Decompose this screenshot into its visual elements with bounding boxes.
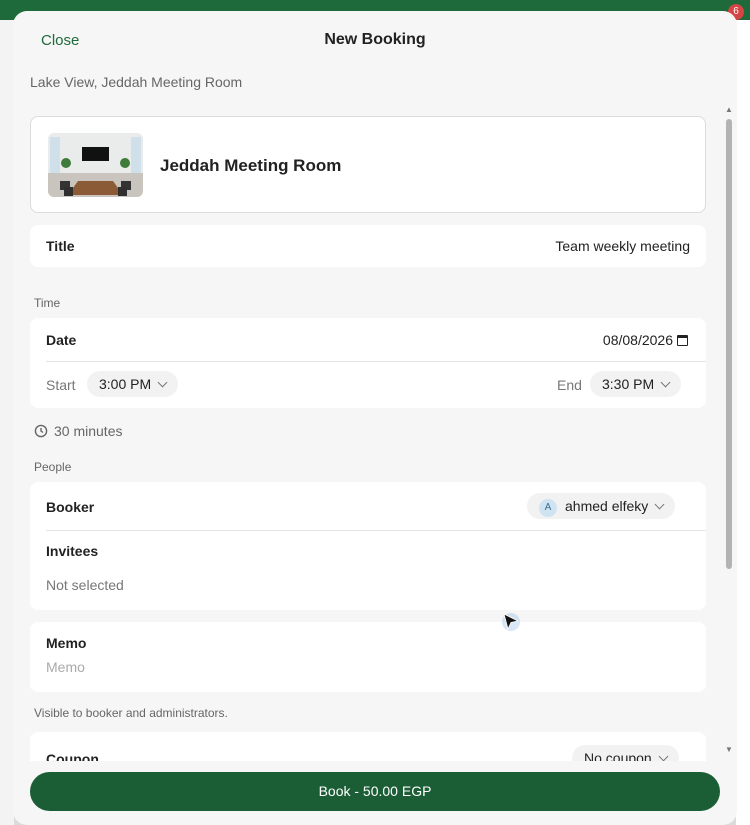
background-page-right xyxy=(736,20,750,825)
title-row: Title Team weekly meeting xyxy=(30,225,706,267)
end-time-select[interactable]: 3:30 PM xyxy=(590,371,682,397)
duration-indicator: 30 minutes xyxy=(34,422,122,439)
date-value: 08/08/2026 xyxy=(602,332,673,348)
memo-hint: Visible to booker and administrators. xyxy=(34,706,228,720)
date-input[interactable]: 08/08/2026 xyxy=(603,332,688,348)
booker-select[interactable]: Aahmed elfeky xyxy=(527,493,676,519)
end-time-value: 3:30 PM xyxy=(602,376,655,392)
coupon-card: Coupon No coupon xyxy=(30,732,706,761)
start-time-value: 3:00 PM xyxy=(99,376,152,392)
clock-icon xyxy=(34,424,48,438)
chevron-down-icon xyxy=(157,377,168,388)
invitees-selector[interactable]: Not selected xyxy=(46,577,124,593)
room-card: Jeddah Meeting Room xyxy=(30,116,706,213)
chevron-down-icon xyxy=(660,377,671,388)
divider xyxy=(46,530,706,531)
end-label: End xyxy=(557,377,582,393)
invitees-label: Invitees xyxy=(46,543,99,559)
coupon-value: No coupon xyxy=(584,750,652,761)
new-booking-modal: Close New Booking Lake View, Jeddah Meet… xyxy=(13,11,737,825)
memo-card: Memo Memo xyxy=(30,622,706,692)
chevron-down-icon xyxy=(654,499,665,510)
start-label: Start xyxy=(46,377,76,393)
memo-label: Memo xyxy=(46,635,87,651)
booker-label: Booker xyxy=(46,499,95,515)
coupon-select[interactable]: No coupon xyxy=(572,745,679,761)
people-card: Booker Aahmed elfeky Invitees Not select… xyxy=(30,482,706,610)
chevron-down-icon xyxy=(658,751,669,761)
modal-title: New Booking xyxy=(324,31,426,48)
location-breadcrumb: Lake View, Jeddah Meeting Room xyxy=(30,74,243,90)
start-time-select[interactable]: 3:00 PM xyxy=(87,371,179,397)
memo-input[interactable]: Memo xyxy=(46,659,85,675)
title-input[interactable]: Team weekly meeting xyxy=(555,238,690,254)
duration-text: 30 minutes xyxy=(54,423,123,439)
date-label: Date xyxy=(46,332,77,348)
room-name: Jeddah Meeting Room xyxy=(160,156,342,175)
avatar: A xyxy=(539,499,557,517)
form-scroll-area[interactable]: Jeddah Meeting Room Title Team weekly me… xyxy=(13,111,737,761)
background-page-left xyxy=(0,20,14,825)
coupon-label: Coupon xyxy=(46,751,99,761)
time-section-label: Time xyxy=(34,296,61,310)
modal-header: Close New Booking xyxy=(13,11,737,69)
mouse-cursor-icon xyxy=(502,613,520,631)
title-label: Title xyxy=(46,238,75,254)
book-button[interactable]: Book - 50.00 EGP xyxy=(30,772,720,811)
divider xyxy=(46,361,706,362)
time-card: Date 08/08/2026 Start 3:00 PM End 3:30 P… xyxy=(30,318,706,408)
booker-name: ahmed elfeky xyxy=(565,498,649,514)
room-photo xyxy=(48,133,143,197)
people-section-label: People xyxy=(34,460,72,474)
calendar-icon[interactable] xyxy=(677,335,688,346)
